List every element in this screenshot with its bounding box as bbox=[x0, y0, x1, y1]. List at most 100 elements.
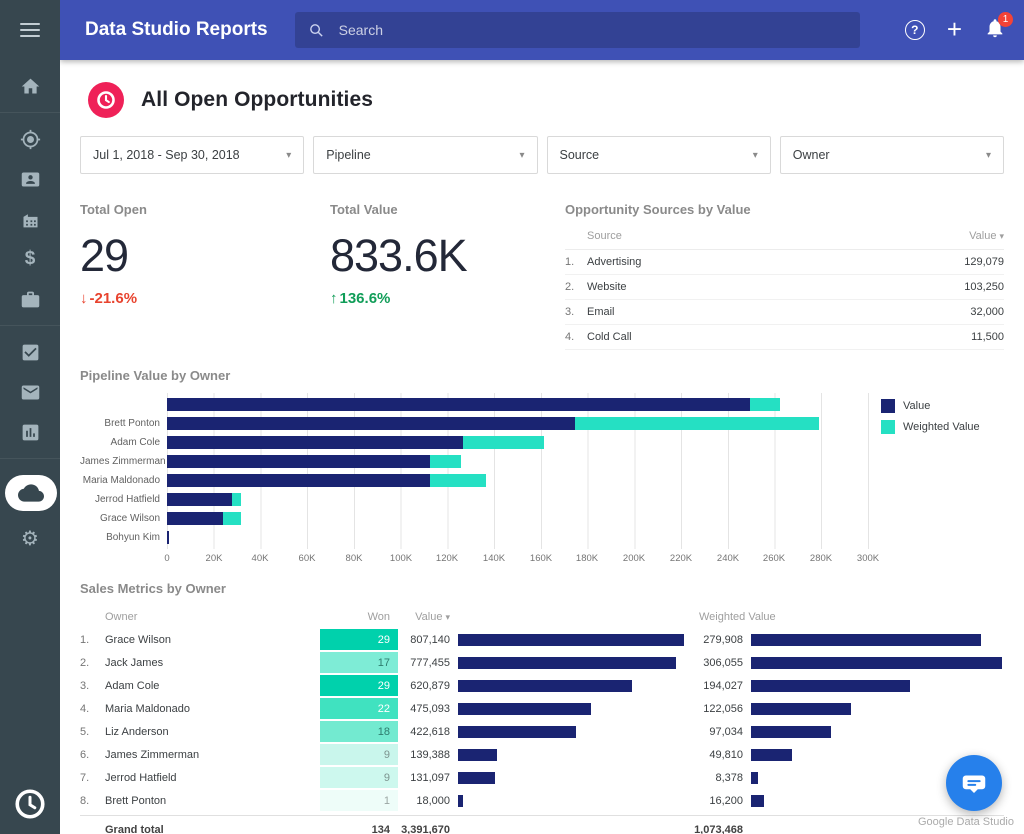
column-header-value-sort[interactable]: Value ▾ bbox=[398, 611, 450, 623]
sidebar-item-companies[interactable] bbox=[0, 199, 60, 239]
value-cell: 620,879 bbox=[410, 679, 450, 692]
weighted-value-bar bbox=[430, 474, 487, 487]
owner-cell: Brett Ponton bbox=[105, 794, 167, 807]
axis-label: Jerrod Hatfield bbox=[94, 494, 160, 505]
search-input[interactable] bbox=[338, 22, 847, 38]
building-icon bbox=[23, 213, 37, 227]
weighted-bar-cell bbox=[743, 702, 1004, 715]
column-header-owner: Owner bbox=[105, 611, 138, 623]
axis-tick: 60K bbox=[298, 553, 316, 564]
owner-filter[interactable]: Owner ▾ bbox=[779, 136, 1004, 174]
owner-cell: Liz Anderson bbox=[105, 725, 169, 738]
sidebar-item-projects[interactable] bbox=[0, 279, 60, 319]
weighted-value-bar bbox=[751, 633, 981, 646]
bar-chart-icon bbox=[22, 424, 38, 440]
axis-tick: 220K bbox=[669, 553, 693, 564]
sidebar-item-location[interactable] bbox=[0, 119, 60, 159]
axis-tick: 100K bbox=[389, 553, 413, 564]
dollar-icon: $ bbox=[24, 248, 36, 269]
table-row: 4. Cold Call 11,500 bbox=[565, 325, 1004, 350]
axis-tick: 180K bbox=[575, 553, 599, 564]
app-title: Data Studio Reports bbox=[85, 19, 268, 40]
chat-button[interactable] bbox=[946, 755, 1002, 811]
row-index: 4. bbox=[565, 331, 575, 343]
bar-row bbox=[167, 471, 869, 490]
sidebar-group-home bbox=[0, 60, 60, 112]
legend-swatch-weighted bbox=[881, 420, 895, 434]
value-bar bbox=[167, 436, 463, 449]
hamburger-menu-icon[interactable] bbox=[0, 0, 60, 60]
date-range-filter[interactable]: Jul 1, 2018 - Sep 30, 2018 ▾ bbox=[80, 136, 305, 174]
value-bar bbox=[167, 455, 431, 468]
chat-bubble-icon bbox=[962, 775, 986, 793]
value-bar-cell bbox=[450, 656, 685, 669]
sidebar-group-crm: $ bbox=[0, 112, 60, 325]
table-row: 1. Grace Wilson 29 807,140 279,908 bbox=[80, 628, 1004, 651]
axis-tick: 240K bbox=[716, 553, 740, 564]
checkbox-icon bbox=[22, 344, 38, 360]
weighted-bar-cell bbox=[743, 725, 1004, 738]
delta-value: -21.6% bbox=[89, 290, 138, 307]
weighted-value-bar bbox=[751, 702, 852, 715]
grand-total-value: 3,391,670 bbox=[401, 823, 450, 834]
value-cell: 103,250 bbox=[964, 281, 1004, 293]
value-cell: 11,500 bbox=[971, 331, 1004, 343]
report-logo bbox=[88, 82, 124, 118]
help-button[interactable]: ? bbox=[904, 20, 925, 40]
row-index: 1. bbox=[565, 256, 575, 268]
chart-y-axis-labels: Brett Ponton Adam Cole James Zimmerman M… bbox=[80, 393, 167, 549]
column-header-value-sort[interactable]: Value ▾ bbox=[969, 230, 1004, 242]
row-index: 7. bbox=[80, 771, 90, 784]
gear-icon: ⚙ bbox=[21, 528, 39, 550]
weighted-value-cell: 194,027 bbox=[703, 679, 743, 692]
axis-tick: 200K bbox=[622, 553, 646, 564]
owner-cell: Maria Maldonado bbox=[105, 702, 190, 715]
chevron-down-icon: ▾ bbox=[519, 149, 525, 161]
weighted-value-bar bbox=[751, 725, 831, 738]
sidebar-item-tasks[interactable] bbox=[0, 332, 60, 372]
value-cell: 32,000 bbox=[970, 306, 1004, 318]
target-icon bbox=[20, 129, 40, 149]
value-bar-cell bbox=[450, 633, 685, 646]
value-bar bbox=[458, 725, 577, 738]
sidebar-item-reports[interactable] bbox=[0, 412, 60, 452]
axis-tick: 140K bbox=[482, 553, 506, 564]
sidebar-item-settings[interactable]: ⚙ bbox=[0, 519, 60, 559]
row-index: 5. bbox=[80, 725, 90, 738]
sidebar-group-productivity bbox=[0, 325, 60, 458]
weighted-value-bar bbox=[749, 398, 780, 411]
row-index: 8. bbox=[80, 794, 90, 807]
row-index: 4. bbox=[80, 702, 90, 715]
pipeline-filter[interactable]: Pipeline ▾ bbox=[313, 136, 538, 174]
grand-total-row: Grand total 134 3,391,670 1,073,468 bbox=[80, 815, 1004, 834]
axis-label bbox=[80, 395, 167, 414]
axis-label: Bohyun Kim bbox=[106, 532, 160, 543]
add-button[interactable]: + bbox=[947, 16, 962, 42]
notifications-button[interactable]: 1 bbox=[984, 11, 1013, 44]
sidebar-item-contacts[interactable] bbox=[0, 159, 60, 199]
legend-swatch-value bbox=[881, 399, 895, 413]
google-data-studio-watermark: Google Data Studio bbox=[917, 816, 1014, 828]
legend-item: Weighted Value bbox=[881, 420, 980, 434]
weighted-value-cell: 97,034 bbox=[709, 725, 743, 738]
kpi-label: Total Value bbox=[330, 202, 398, 217]
table-row: 1. Advertising 129,079 bbox=[565, 250, 1004, 275]
source-filter[interactable]: Source ▾ bbox=[546, 136, 771, 174]
chevron-down-icon: ▾ bbox=[752, 149, 758, 161]
value-bar bbox=[458, 633, 684, 646]
grand-total-label: Grand total bbox=[105, 823, 164, 834]
sidebar-item-cloud-active[interactable] bbox=[5, 475, 57, 511]
value-bar bbox=[167, 474, 431, 487]
left-sidebar: $ ⚙ bbox=[0, 0, 60, 834]
notification-badge: 1 bbox=[998, 11, 1013, 27]
owner-cell: Jack James bbox=[105, 656, 164, 669]
kpi-total-open: Total Open 29 ↓ -21.6% bbox=[80, 202, 330, 307]
kpi-value: 833.6K bbox=[330, 230, 468, 281]
bar-row bbox=[167, 528, 869, 547]
search-bar[interactable] bbox=[294, 12, 860, 48]
sidebar-item-home[interactable] bbox=[0, 66, 60, 106]
bar-row bbox=[167, 452, 869, 471]
sidebar-item-mail[interactable] bbox=[0, 372, 60, 412]
table-row: 2. Website 103,250 bbox=[565, 275, 1004, 300]
sidebar-item-deals[interactable]: $ bbox=[0, 239, 60, 279]
